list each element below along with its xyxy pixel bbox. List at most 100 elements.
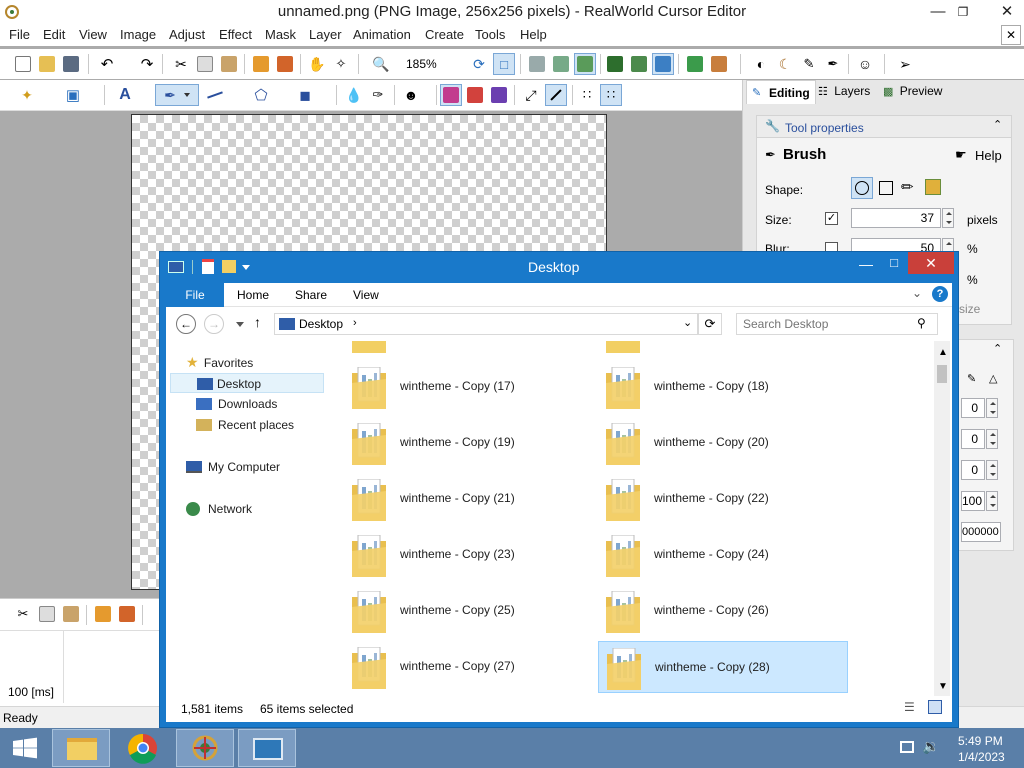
menu-edit[interactable]: Edit [43, 27, 65, 42]
nav-recent-places[interactable]: Recent places [196, 415, 294, 435]
maximize-button[interactable]: ❐ [953, 0, 973, 24]
menu-file[interactable]: File [9, 27, 30, 42]
frame-paste-icon[interactable] [60, 603, 82, 625]
brush-tool-icon[interactable]: ✒ [155, 84, 199, 106]
person-icon[interactable]: ☺ [854, 53, 876, 75]
line-mode-icon[interactable] [545, 84, 567, 106]
ribbon-view-tab[interactable]: View [353, 288, 379, 302]
dots-icon[interactable]: ∷ [576, 84, 598, 106]
file-item[interactable]: wintheme - Copy (24) [598, 529, 848, 581]
layer-copy-icon[interactable] [250, 53, 272, 75]
layer-view-icon[interactable] [574, 53, 596, 75]
redo-icon[interactable]: ↷ [136, 53, 158, 75]
pick-icon[interactable]: ✧ [330, 53, 352, 75]
hand-icon[interactable]: ✋ [306, 53, 328, 75]
menu-animation[interactable]: Animation [353, 27, 411, 42]
file-item[interactable]: wintheme - Copy (19) [344, 417, 594, 469]
shape-freehand-icon[interactable]: ✏ [901, 178, 914, 196]
value-field-1[interactable]: 0 [961, 398, 985, 418]
ribbon-file-tab[interactable]: File [166, 283, 224, 307]
menu-tools[interactable]: Tools [475, 27, 505, 42]
ruler-icon[interactable]: ✎ [798, 53, 820, 75]
shape-image-icon[interactable] [925, 179, 941, 195]
selection-icon[interactable]: ▣ [62, 84, 84, 106]
menu-image[interactable]: Image [120, 27, 156, 42]
nav-network[interactable]: Network [186, 499, 252, 519]
size-input[interactable]: 37 [851, 208, 941, 228]
gradient-icon[interactable] [708, 53, 730, 75]
size-spinner[interactable] [942, 208, 954, 228]
back-button[interactable]: ← [176, 314, 196, 334]
value-spinner-1[interactable] [986, 398, 998, 418]
qat-dropdown-icon[interactable] [242, 265, 250, 270]
clock-time[interactable]: 5:49 PM [958, 734, 1003, 748]
smudge-icon[interactable]: ✑ [367, 84, 389, 106]
eraser-icon[interactable] [526, 53, 548, 75]
file-item[interactable]: wintheme - Copy (22) [598, 473, 848, 525]
nav-favorites[interactable]: ★ Favorites [186, 352, 253, 372]
grid-icon[interactable] [604, 53, 626, 75]
fill-bucket-icon[interactable]: △ [989, 372, 997, 385]
ribbon-share-tab[interactable]: Share [295, 288, 327, 302]
frame-copy-icon[interactable] [36, 603, 58, 625]
color-hex-field[interactable]: 000000 [961, 522, 1001, 542]
nav-desktop[interactable]: Desktop [170, 373, 324, 393]
vertical-scrollbar[interactable]: ▲ ▼ [934, 341, 950, 696]
value-spinner-4[interactable] [986, 491, 998, 511]
file-item[interactable]: wintheme - Copy (21) [344, 473, 594, 525]
new-folder-icon[interactable] [222, 260, 236, 273]
blend-mode-3-icon[interactable] [488, 84, 510, 106]
help-link[interactable]: Help [975, 148, 1002, 163]
dropper-icon[interactable]: 💧 [343, 84, 365, 106]
menu-adjust[interactable]: Adjust [169, 27, 205, 42]
menu-mask[interactable]: Mask [265, 27, 296, 42]
image-view-icon[interactable] [652, 53, 674, 75]
save-icon[interactable] [60, 53, 82, 75]
moon-icon[interactable]: ☾ [774, 53, 796, 75]
contrast-icon[interactable]: ◐ [750, 53, 772, 75]
blend-mode-2-icon[interactable] [464, 84, 486, 106]
menu-help[interactable]: Help [520, 27, 547, 42]
animation-frame[interactable]: 100 [ms] [0, 631, 64, 703]
value-field-4[interactable]: 100 [961, 491, 985, 511]
collapse-icon[interactable]: ⌃ [993, 118, 1002, 131]
breadcrumb-chevron-icon[interactable]: › [353, 317, 357, 329]
value-field-2[interactable]: 0 [961, 429, 985, 449]
zoom-value[interactable]: 185% [406, 57, 437, 71]
file-item[interactable]: wintheme - Copy (18) [598, 361, 848, 413]
search-box[interactable]: ⚲ [736, 313, 938, 335]
picture-icon[interactable] [684, 53, 706, 75]
search-icon[interactable]: ⚲ [917, 316, 926, 330]
file-item[interactable]: wintheme - Copy (20) [598, 417, 848, 469]
value-spinner-3[interactable] [986, 460, 998, 480]
stamp-icon[interactable] [550, 53, 572, 75]
zoom-icon[interactable]: 🔍 [370, 53, 392, 75]
explorer-close-button[interactable]: ✕ [908, 252, 954, 274]
scroll-thumb[interactable] [937, 365, 947, 383]
menu-effect[interactable]: Effect [219, 27, 252, 42]
recent-locations-icon[interactable] [236, 322, 244, 327]
nav-my-computer[interactable]: My Computer [186, 457, 280, 477]
cursor-icon[interactable]: ➢ [894, 53, 916, 75]
volume-icon[interactable]: 🔉 [922, 738, 939, 755]
open-folder-icon[interactable] [36, 53, 58, 75]
clock-date[interactable]: 1/4/2023 [958, 750, 1005, 764]
tab-layers[interactable]: ☷ Layers [818, 84, 870, 98]
large-icons-view-icon[interactable] [928, 700, 942, 714]
frame-cut-icon[interactable]: ✂ [12, 603, 34, 625]
dots-grid-icon[interactable]: ∷ [600, 84, 622, 106]
properties-icon[interactable] [202, 259, 214, 274]
cut-icon[interactable]: ✂ [170, 53, 192, 75]
line-tool-icon[interactable] [204, 84, 226, 106]
ribbon-home-tab[interactable]: Home [237, 288, 269, 302]
minimize-button[interactable]: — [928, 0, 948, 24]
file-item[interactable]: wintheme - Copy (28) [598, 641, 848, 693]
explorer-minimize-button[interactable]: — [852, 256, 880, 272]
search-input[interactable] [743, 316, 913, 332]
scroll-up-icon[interactable]: ▲ [938, 347, 948, 358]
shape-circle-icon[interactable] [851, 177, 873, 199]
collapse-icon[interactable]: ⌃ [993, 342, 1002, 355]
frame-layer-copy-icon[interactable] [92, 603, 114, 625]
close-button[interactable]: ✕ [995, 0, 1019, 24]
fill-tool-icon[interactable]: ◼ [294, 84, 316, 106]
